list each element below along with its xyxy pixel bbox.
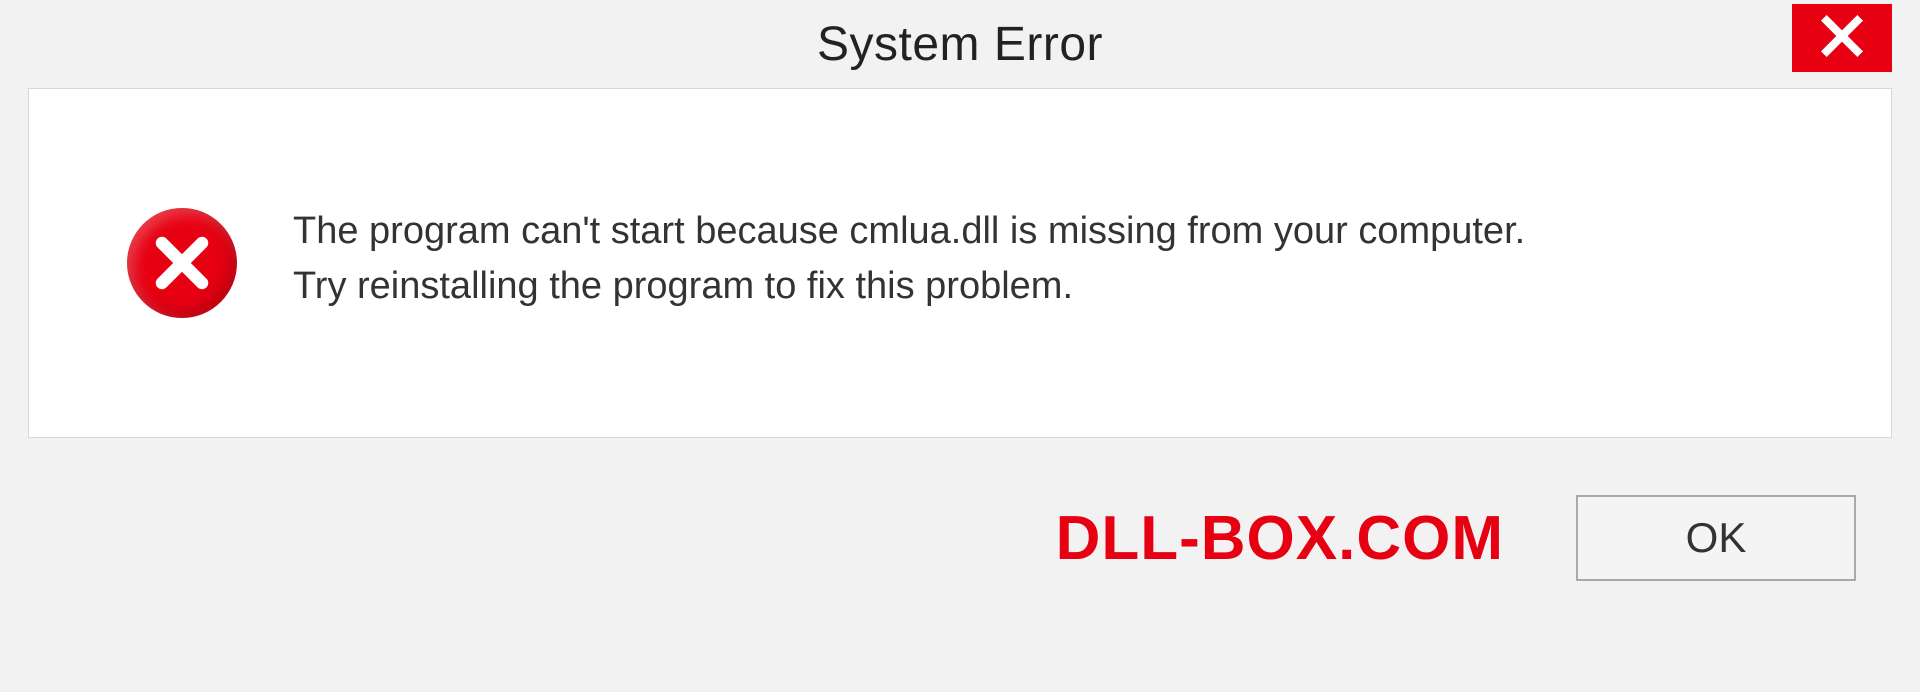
close-button[interactable] xyxy=(1792,4,1892,72)
titlebar: System Error xyxy=(0,0,1920,88)
error-icon xyxy=(127,208,237,318)
close-icon xyxy=(1819,13,1865,64)
footer: DLL-BOX.COM OK xyxy=(28,438,1892,638)
content-panel: The program can't start because cmlua.dl… xyxy=(28,88,1892,438)
error-message: The program can't start because cmlua.dl… xyxy=(237,204,1525,322)
error-message-line-2: Try reinstalling the program to fix this… xyxy=(293,259,1525,314)
ok-button[interactable]: OK xyxy=(1576,495,1856,581)
watermark-text: DLL-BOX.COM xyxy=(1056,503,1504,574)
window-title: System Error xyxy=(817,17,1103,72)
error-message-line-1: The program can't start because cmlua.dl… xyxy=(293,204,1525,259)
